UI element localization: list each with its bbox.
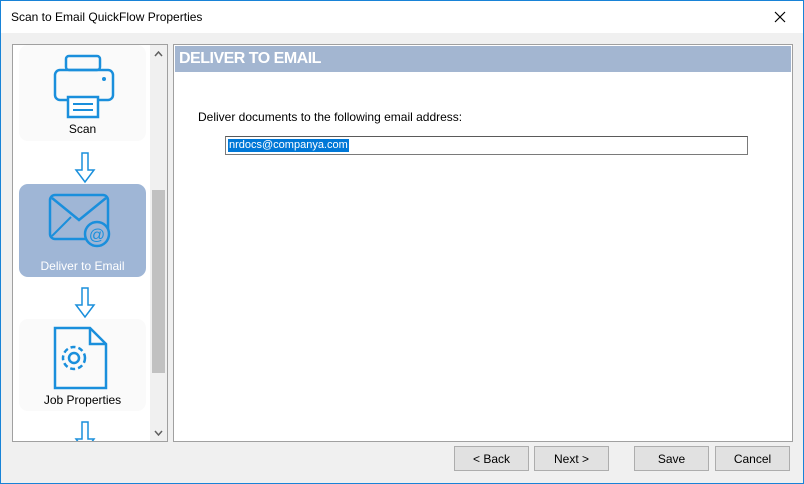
window-title: Scan to Email QuickFlow Properties xyxy=(11,10,203,24)
close-button[interactable] xyxy=(757,1,803,33)
down-arrow-icon xyxy=(74,152,96,184)
gear-document-icon xyxy=(53,326,108,390)
down-arrow-icon xyxy=(74,287,96,319)
nav-item-label: Scan xyxy=(68,122,97,136)
printer-icon xyxy=(53,54,115,119)
chevron-down-icon xyxy=(154,430,163,436)
section-header: DELIVER TO EMAIL xyxy=(175,46,791,72)
workflow-nav-panel: Scan @ Deliver to Email Job Properties xyxy=(12,44,168,442)
close-icon xyxy=(774,11,786,23)
next-button[interactable]: Next > xyxy=(534,446,609,471)
back-button[interactable]: < Back xyxy=(454,446,529,471)
cancel-button[interactable]: Cancel xyxy=(715,446,790,471)
nav-item-deliver-to-email[interactable]: @ Deliver to Email xyxy=(19,184,146,277)
content-panel: DELIVER TO EMAIL Deliver documents to th… xyxy=(173,44,793,442)
nav-item-job-properties[interactable]: Job Properties xyxy=(19,319,146,411)
nav-item-label: Deliver to Email xyxy=(40,259,125,273)
nav-item-label: Job Properties xyxy=(43,393,122,407)
down-arrow-icon xyxy=(74,421,96,441)
svg-text:@: @ xyxy=(89,227,105,244)
email-prompt-label: Deliver documents to the following email… xyxy=(198,110,463,124)
nav-item-scan[interactable]: Scan xyxy=(19,45,146,141)
scroll-down-button[interactable] xyxy=(150,424,167,441)
title-bar: Scan to Email QuickFlow Properties xyxy=(1,1,803,33)
email-icon: @ xyxy=(48,193,111,248)
chevron-up-icon xyxy=(154,50,163,56)
properties-window: Scan to Email QuickFlow Properties Scan xyxy=(0,0,804,484)
save-button[interactable]: Save xyxy=(634,446,709,471)
email-address-field[interactable]: nrdocs@companya.com xyxy=(225,136,748,155)
scrollbar-thumb[interactable] xyxy=(152,190,165,373)
scroll-up-button[interactable] xyxy=(150,45,167,62)
email-address-value: nrdocs@companya.com xyxy=(228,139,349,152)
nav-scrollbar[interactable] xyxy=(150,45,167,441)
